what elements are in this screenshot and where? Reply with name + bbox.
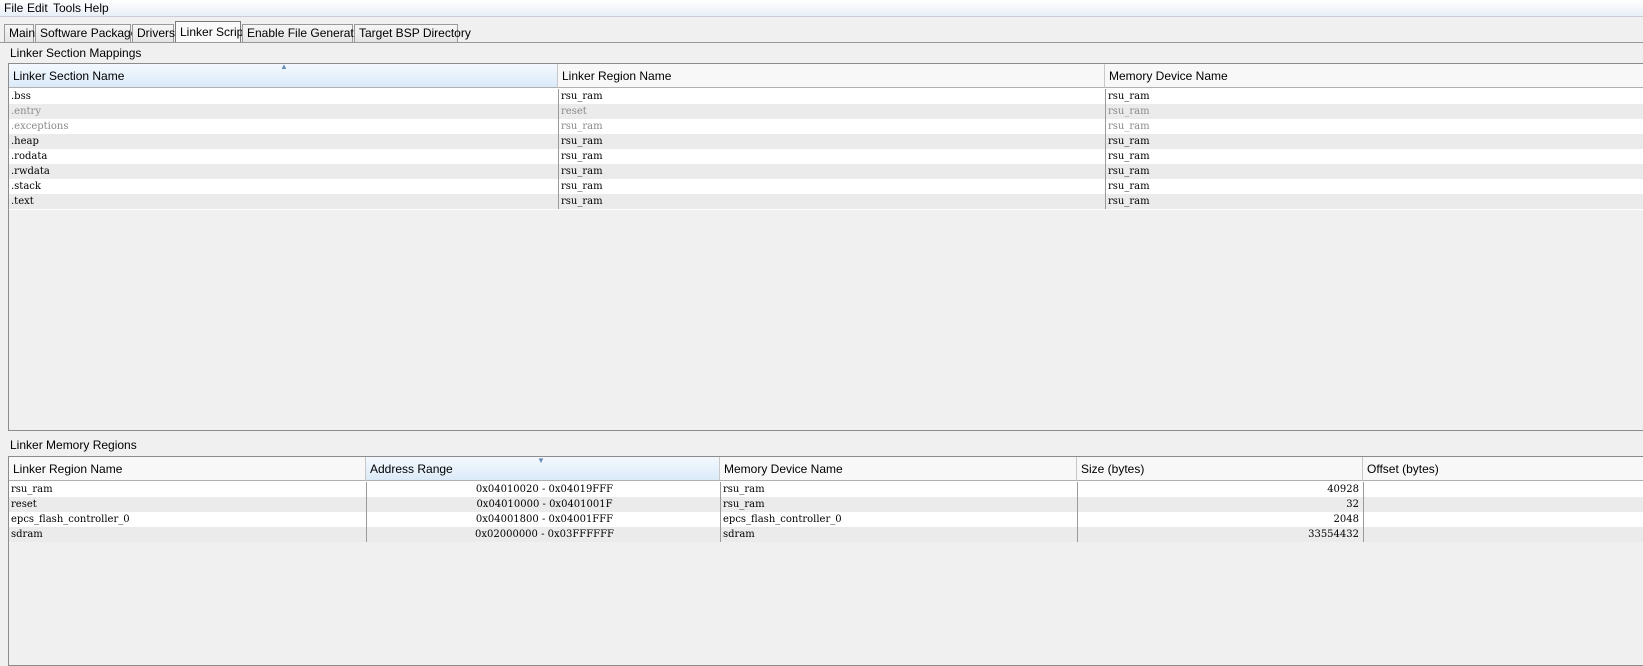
sort-descending-icon: ▼ [537, 456, 545, 465]
table-cell-size: 2048 [1077, 512, 1363, 527]
table-cell-device: rsu_ram [720, 482, 1077, 497]
table-cell-region: rsu_ram [558, 164, 1105, 179]
table-cell-section: .rwdata [11, 166, 50, 177]
table-cell-offset [1363, 527, 1643, 542]
table-cell-device: rsu_ram [1105, 104, 1643, 119]
tab-bar: Main Software Packages Drivers Linker Sc… [0, 21, 1643, 43]
table-cell-region: rsu_ram [558, 89, 1105, 104]
table-cell-device: rsu_ram [1105, 179, 1643, 194]
table-cell-section: .bss [11, 91, 31, 102]
table-cell-device: rsu_ram [1105, 149, 1643, 164]
table-cell-region: reset [11, 499, 37, 510]
table-cell-region: rsu_ram [558, 194, 1105, 209]
table-cell-device: epcs_flash_controller_0 [720, 512, 1077, 527]
table-cell-region: rsu_ram [11, 484, 53, 495]
table-row[interactable]: reset 0x04010000 - 0x0401001F rsu_ram 32 [9, 497, 1643, 512]
table-cell-region: rsu_ram [558, 134, 1105, 149]
tab-software-packages[interactable]: Software Packages [35, 24, 143, 42]
table-cell-range: 0x04010020 - 0x04019FFF [366, 482, 720, 497]
table-row[interactable]: .text rsu_ram rsu_ram [9, 194, 1643, 209]
table-cell-device: rsu_ram [1105, 164, 1643, 179]
menu-help[interactable]: Help [82, 1, 111, 15]
column-header-size-bytes[interactable]: Size (bytes) [1077, 457, 1363, 481]
table-cell-device: sdram [720, 527, 1077, 542]
column-header-offset-bytes[interactable]: Offset (bytes) [1363, 457, 1643, 481]
table-cell-region: rsu_ram [558, 179, 1105, 194]
table-row[interactable]: sdram 0x02000000 - 0x03FFFFFF sdram 3355443… [9, 527, 1643, 542]
table-cell-size: 32 [1077, 497, 1363, 512]
table-cell-device: rsu_ram [1105, 119, 1643, 134]
table-cell-range: 0x04001800 - 0x04001FFF [366, 512, 720, 527]
column-header-linker-section-name[interactable]: ▲ Linker Section Name [9, 64, 558, 88]
table-cell-range: 0x02000000 - 0x03FFFFFF [366, 527, 720, 542]
table-cell-device: rsu_ram [1105, 194, 1643, 209]
menu-bar: File Edit Tools Help [0, 0, 1643, 17]
column-header-memory-device-name[interactable]: Memory Device Name [1105, 64, 1643, 88]
table-row[interactable]: .heap rsu_ram rsu_ram [9, 134, 1643, 149]
table-row[interactable]: .bss rsu_ram rsu_ram [9, 89, 1643, 104]
table-row[interactable]: .rwdata rsu_ram rsu_ram [9, 164, 1643, 179]
table-empty-area [9, 210, 1643, 430]
table-cell-range: 0x04010000 - 0x0401001F [366, 497, 720, 512]
column-header-address-range[interactable]: ▼ Address Range [366, 457, 720, 481]
tab-divider [0, 42, 1643, 43]
tab-linker-script[interactable]: Linker Script [175, 21, 247, 43]
table-cell-section: .rodata [11, 151, 48, 162]
table-row[interactable]: .exceptions rsu_ram rsu_ram [9, 119, 1643, 134]
tab-target-bsp-directory[interactable]: Target BSP Directory [354, 24, 471, 42]
tab-drivers[interactable]: Drivers [132, 24, 175, 42]
table-cell-region: reset [558, 104, 1105, 119]
table-cell-offset [1363, 482, 1643, 497]
table-cell-section: .entry [11, 106, 41, 117]
sort-ascending-icon: ▲ [280, 63, 288, 71]
table-cell-size: 40928 [1077, 482, 1363, 497]
tab-main[interactable]: Main [4, 24, 35, 42]
table-cell-region: rsu_ram [558, 119, 1105, 134]
table-cell-device: rsu_ram [1105, 134, 1643, 149]
column-header-linker-region-name[interactable]: Linker Region Name [558, 64, 1105, 88]
table-row[interactable]: epcs_flash_controller_0 0x04001800 - 0x04… [9, 512, 1643, 527]
table-row[interactable]: .entry reset rsu_ram [9, 104, 1643, 119]
memory-regions-title: Linker Memory Regions [10, 438, 137, 452]
table-empty-area [9, 542, 1643, 665]
memory-regions-table: Linker Region Name ▼ Address Range Memor… [8, 456, 1643, 666]
table-cell-size: 33554432 [1077, 527, 1363, 542]
table-cell-section: .heap [11, 136, 39, 147]
table-cell-device: rsu_ram [1105, 89, 1643, 104]
section-mappings-table: ▲ Linker Section Name Linker Region Name… [8, 63, 1643, 431]
table-cell-region: sdram [11, 529, 43, 540]
table-cell-section: .text [11, 196, 34, 207]
table-cell-section: .exceptions [11, 121, 69, 132]
section-mappings-title: Linker Section Mappings [10, 46, 142, 60]
table-cell-region: rsu_ram [558, 149, 1105, 164]
tab-enable-file-generation[interactable]: Enable File Generation [242, 24, 370, 42]
table-cell-offset [1363, 497, 1643, 512]
table-cell-region: epcs_flash_controller_0 [11, 514, 130, 525]
menu-file[interactable]: File [2, 1, 25, 15]
menu-edit[interactable]: Edit [25, 1, 50, 15]
table-cell-section: .stack [11, 181, 41, 192]
table-cell-offset [1363, 512, 1643, 527]
table-row[interactable]: .stack rsu_ram rsu_ram [9, 179, 1643, 194]
menu-tools[interactable]: Tools [51, 1, 83, 15]
table-cell-device: rsu_ram [720, 497, 1077, 512]
column-header-memory-device-name[interactable]: Memory Device Name [720, 457, 1077, 481]
table-row[interactable]: rsu_ram 0x04010020 - 0x04019FFF rsu_ram 409… [9, 482, 1643, 497]
column-header-linker-region-name[interactable]: Linker Region Name [9, 457, 366, 481]
table-row[interactable]: .rodata rsu_ram rsu_ram [9, 149, 1643, 164]
